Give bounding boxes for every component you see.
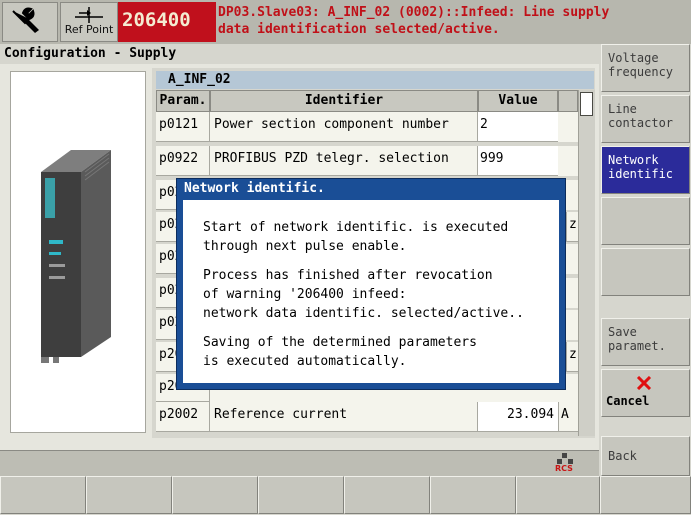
horizontal-softkey-5[interactable] [344, 476, 430, 514]
cancel-label: Cancel [606, 394, 650, 408]
softkey-save-paramet[interactable]: Save paramet. [601, 318, 690, 366]
softkey-cancel[interactable]: Cancel [601, 369, 690, 417]
wrench-icon [12, 7, 39, 33]
softkey-line-contactor[interactable]: Line contactor [601, 95, 690, 143]
page-title: Configuration - Supply [4, 46, 177, 61]
alarm-line-2: data identification selected/active. [218, 22, 500, 37]
value-cell[interactable]: 999 [478, 146, 558, 176]
machine-area-button[interactable] [2, 2, 58, 42]
scrollbar-thumb[interactable] [580, 92, 593, 116]
ref-point-label: Ref Point [64, 23, 114, 36]
column-header-unit [558, 90, 578, 112]
alarm-message: DP03.Slave03: A_INF_02 (0002)::Infeed: L… [218, 4, 688, 44]
horizontal-softkey-3[interactable] [172, 476, 258, 514]
cancel-x-icon [636, 376, 652, 390]
param-cell: p2002 [156, 402, 210, 432]
param-cell: p0121 [156, 112, 210, 142]
softkey-voltage-frequency[interactable]: Voltage frequency [601, 44, 690, 92]
softkey-empty-2[interactable] [601, 248, 690, 296]
identifier-cell: Power section component number [210, 112, 478, 142]
value-cell[interactable]: 23.094 [478, 402, 558, 432]
softkey-empty-1[interactable] [601, 197, 690, 245]
ref-point-icon [75, 7, 103, 23]
table-title: A_INF_02 [156, 71, 594, 89]
dialog-title: Network identific. [184, 181, 325, 196]
dialog-body: Start of network identific. is executed … [182, 199, 560, 384]
ref-point-button[interactable]: Ref Point [60, 2, 118, 42]
dialog-paragraph-3: Saving of the determined parameters is e… [203, 335, 477, 369]
drive-module-image [41, 150, 111, 363]
horizontal-softkey-2[interactable] [86, 476, 172, 514]
horizontal-softkey-6[interactable] [430, 476, 516, 514]
device-image-panel [10, 71, 146, 433]
table-scrollbar[interactable] [578, 90, 595, 436]
dialog-paragraph-2: Process has finished after revocation of… [203, 268, 524, 321]
horizontal-softkey-7[interactable] [516, 476, 600, 514]
status-bar [0, 450, 599, 476]
identifier-cell: PROFIBUS PZD telegr. selection [210, 146, 478, 176]
unit-cell: A [558, 402, 578, 432]
alarm-number: 206400 [118, 2, 216, 42]
horizontal-softkey-4[interactable] [258, 476, 344, 514]
horizontal-softkey-1[interactable] [0, 476, 86, 514]
column-header-param: Param. [156, 90, 210, 112]
value-cell[interactable]: 2 [478, 112, 558, 142]
softkey-back[interactable]: Back [601, 436, 690, 476]
svg-text:RCS: RCS [555, 464, 573, 472]
identifier-cell: Reference current [210, 402, 478, 432]
rcs-icon: RCS [554, 452, 580, 473]
softkey-network-identific[interactable]: Network identific [601, 146, 690, 194]
horizontal-softkey-8[interactable] [600, 476, 691, 514]
column-header-value: Value [478, 90, 558, 112]
dialog-paragraph-1: Start of network identific. is executed … [203, 220, 509, 254]
alarm-line-1: DP03.Slave03: A_INF_02 (0002)::Infeed: L… [218, 5, 610, 20]
column-header-identifier: Identifier [210, 90, 478, 112]
param-cell: p0922 [156, 146, 210, 176]
